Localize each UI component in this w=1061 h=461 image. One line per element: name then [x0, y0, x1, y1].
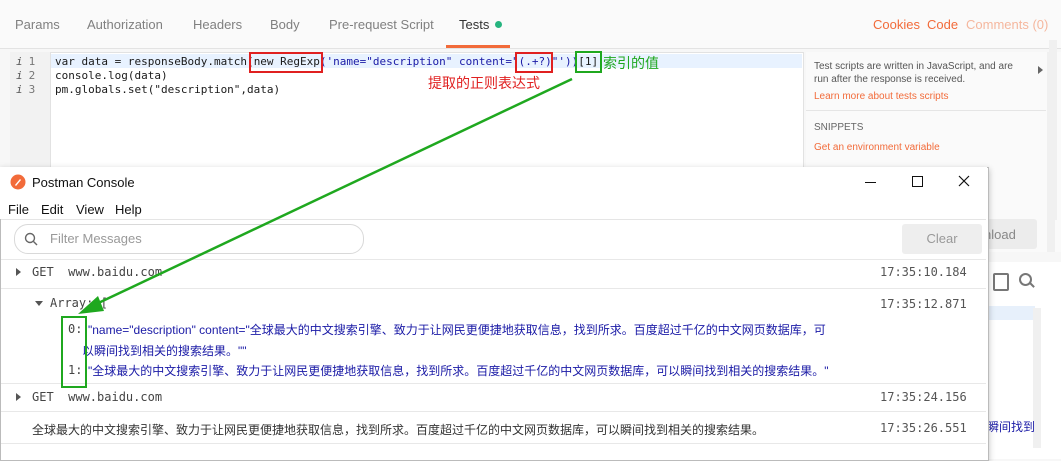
annotation-arrow	[78, 77, 573, 314]
